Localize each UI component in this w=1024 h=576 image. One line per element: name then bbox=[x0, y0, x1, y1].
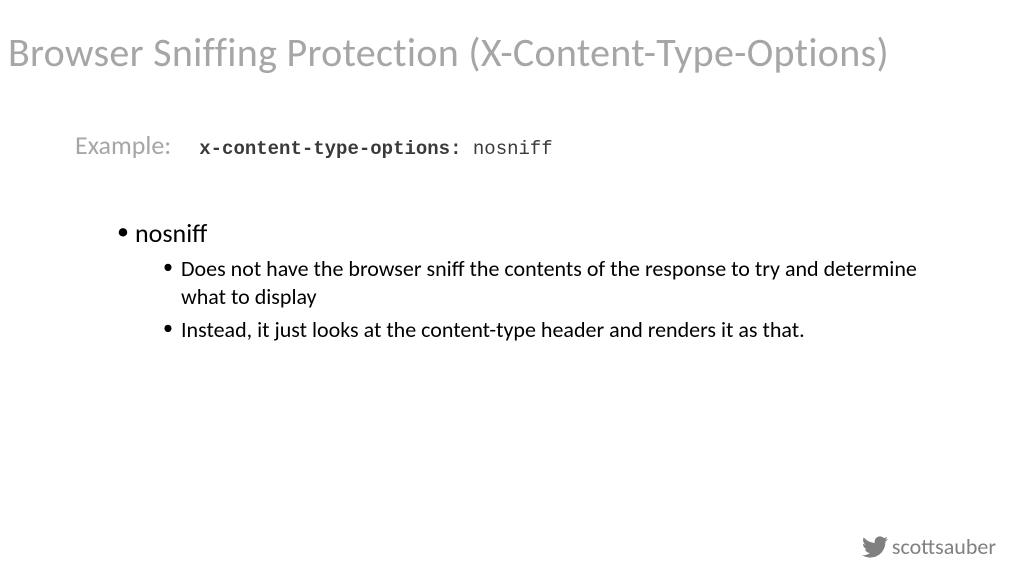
header-name: x-content-type-options: bbox=[199, 138, 461, 160]
bullet-list: nosniff Does not have the browser sniff … bbox=[75, 161, 1024, 344]
bullet-l1-text: nosniff bbox=[135, 217, 207, 249]
bullet-l2-b: Instead, it just looks at the content-ty… bbox=[163, 316, 923, 344]
bullet-l2-list: Does not have the browser sniff the cont… bbox=[135, 249, 1024, 344]
example-label: Example: bbox=[75, 129, 171, 161]
slide-content: Example: x-content-type-options: nosniff… bbox=[0, 77, 1024, 344]
twitter-handle-text: scottsauber bbox=[892, 533, 996, 560]
bullet-l2-a: Does not have the browser sniff the cont… bbox=[163, 255, 923, 310]
slide-title: Browser Sniffing Protection (X-Content-T… bbox=[0, 0, 1024, 77]
footer-handle: scottsauber bbox=[862, 533, 996, 560]
example-line: Example: x-content-type-options: nosniff bbox=[75, 129, 1024, 161]
code-sample: x-content-type-options: nosniff bbox=[199, 138, 552, 160]
twitter-icon bbox=[862, 534, 888, 560]
header-value: nosniff bbox=[473, 138, 553, 160]
bullet-l1: nosniff Does not have the browser sniff … bbox=[117, 217, 1024, 344]
